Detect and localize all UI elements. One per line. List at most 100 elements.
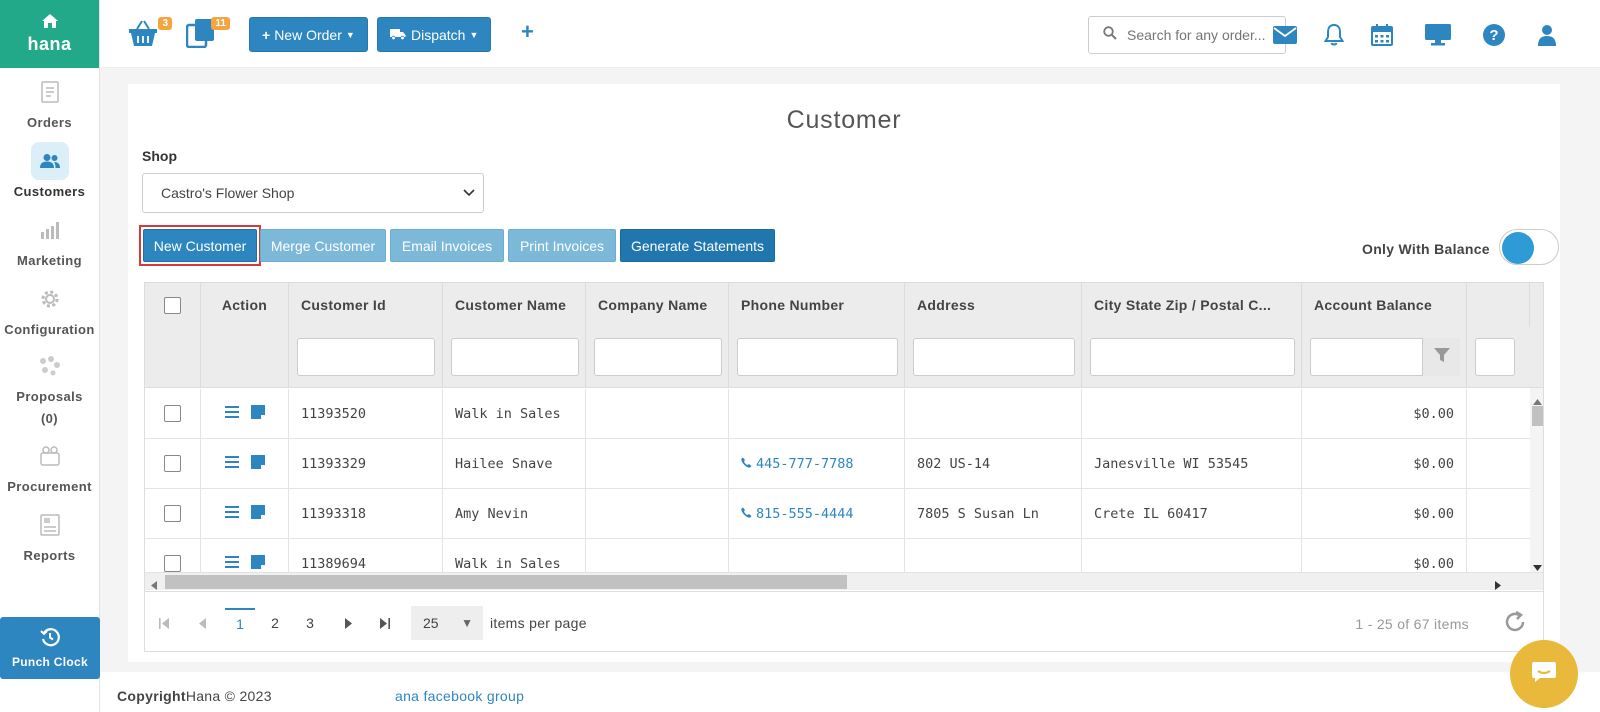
copies-button[interactable]: 11 bbox=[185, 17, 230, 52]
company-name-cell bbox=[586, 439, 729, 488]
address-filter[interactable] bbox=[913, 338, 1075, 376]
monitor-icon[interactable] bbox=[1423, 20, 1453, 50]
page-2[interactable]: 2 bbox=[260, 608, 290, 638]
calendar-icon[interactable] bbox=[1367, 20, 1397, 50]
chat-button[interactable] bbox=[1510, 640, 1578, 708]
note-icon[interactable] bbox=[250, 454, 265, 473]
header-phone-number[interactable]: Phone Number bbox=[729, 283, 905, 327]
refresh-icon[interactable] bbox=[1503, 610, 1527, 639]
header-select-all bbox=[145, 283, 201, 327]
sidebar-item-proposals[interactable]: Proposals (0) bbox=[0, 344, 99, 432]
add-button[interactable]: + bbox=[521, 19, 534, 45]
row-checkbox[interactable] bbox=[164, 555, 181, 572]
menu-icon[interactable] bbox=[224, 405, 239, 422]
filter-button[interactable] bbox=[1422, 338, 1460, 376]
page-3[interactable]: 3 bbox=[295, 608, 325, 638]
prev-page-icon[interactable] bbox=[187, 608, 217, 638]
bell-icon[interactable] bbox=[1319, 20, 1349, 50]
header-customer-id[interactable]: Customer Id bbox=[289, 283, 443, 327]
header-account-balance[interactable]: Account Balance bbox=[1302, 283, 1467, 327]
shop-select[interactable]: Castro's Flower Shop bbox=[142, 173, 484, 213]
header-address[interactable]: Address bbox=[905, 283, 1082, 327]
basket-badge: 3 bbox=[158, 17, 172, 30]
table-row[interactable]: 11393520 Walk in Sales $0.00 bbox=[145, 389, 1530, 439]
sidebar-item-procurement[interactable]: Procurement bbox=[0, 432, 99, 501]
plus-icon: + bbox=[262, 26, 271, 43]
row-checkbox[interactable] bbox=[164, 405, 181, 422]
sidebar-item-customers[interactable]: Customers bbox=[0, 137, 99, 206]
page-size-select[interactable]: 25 ▼ bbox=[411, 606, 483, 640]
phone-number[interactable]: 815-555-4444 bbox=[756, 506, 854, 522]
sidebar-item-orders[interactable]: Orders bbox=[0, 68, 99, 137]
phone-cell bbox=[729, 389, 905, 438]
menu-icon[interactable] bbox=[224, 505, 239, 522]
merge-customer-button[interactable]: Merge Customer bbox=[260, 229, 386, 262]
last-page-icon[interactable] bbox=[370, 608, 400, 638]
customer-name-filter[interactable] bbox=[451, 338, 579, 376]
filter-cell bbox=[1302, 327, 1467, 388]
table-row[interactable]: 11393329 Hailee Snave 445-777-7788 802 U… bbox=[145, 439, 1530, 489]
menu-icon[interactable] bbox=[224, 455, 239, 472]
gear-icon bbox=[31, 280, 69, 318]
note-icon[interactable] bbox=[250, 404, 265, 423]
filter-cell bbox=[729, 327, 905, 388]
customer-panel: Customer Shop Castro's Flower Shop New C… bbox=[128, 84, 1560, 662]
table-row[interactable]: 11393318 Amy Nevin 815-555-4444 7805 S S… bbox=[145, 489, 1530, 539]
help-icon[interactable]: ? bbox=[1479, 20, 1509, 50]
search-input[interactable] bbox=[1127, 27, 1277, 43]
row-actions bbox=[201, 489, 289, 538]
marketing-icon bbox=[31, 211, 69, 249]
mail-icon[interactable] bbox=[1270, 20, 1300, 50]
phone-cell[interactable]: 815-555-4444 bbox=[729, 489, 905, 538]
row-checkbox[interactable] bbox=[164, 455, 181, 472]
scroll-thumb[interactable] bbox=[165, 575, 847, 589]
new-order-button[interactable]: + New Order ▼ bbox=[249, 17, 368, 52]
punch-clock-button[interactable]: Punch Clock bbox=[0, 617, 100, 679]
note-icon[interactable] bbox=[250, 554, 265, 573]
header-company-name[interactable]: Company Name bbox=[586, 283, 729, 327]
user-icon[interactable] bbox=[1532, 20, 1562, 50]
dispatch-button[interactable]: Dispatch ▼ bbox=[377, 17, 492, 52]
grid-header: Action Customer Id Customer Name Company… bbox=[145, 283, 1543, 388]
email-invoices-button[interactable]: Email Invoices bbox=[390, 229, 504, 262]
header-city-state-zip[interactable]: City State Zip / Postal C... bbox=[1082, 283, 1302, 327]
next-page-icon[interactable] bbox=[333, 608, 363, 638]
header-customer-name[interactable]: Customer Name bbox=[443, 283, 586, 327]
basket-button[interactable]: 3 bbox=[128, 17, 172, 52]
logo[interactable]: hana bbox=[0, 0, 99, 68]
filter-cell bbox=[201, 327, 289, 388]
sidebar-item-reports[interactable]: Reports bbox=[0, 501, 99, 570]
page-1[interactable]: 1 bbox=[225, 608, 255, 638]
vertical-scrollbar[interactable] bbox=[1530, 388, 1543, 572]
company-name-cell bbox=[586, 489, 729, 538]
note-icon[interactable] bbox=[250, 504, 265, 523]
toggle-knob bbox=[1502, 232, 1534, 264]
facebook-group-link[interactable]: ana facebook group bbox=[395, 688, 524, 704]
city-state-zip-filter[interactable] bbox=[1090, 338, 1295, 376]
generate-statements-button[interactable]: Generate Statements bbox=[620, 229, 775, 262]
scroll-thumb[interactable] bbox=[1532, 406, 1543, 426]
phone-cell[interactable]: 445-777-7788 bbox=[729, 439, 905, 488]
chat-icon bbox=[1531, 661, 1557, 688]
search-box[interactable] bbox=[1088, 16, 1286, 54]
customer-id-filter[interactable] bbox=[297, 338, 435, 376]
new-customer-button[interactable]: New Customer bbox=[143, 229, 257, 262]
company-name-filter[interactable] bbox=[594, 338, 722, 376]
row-checkbox[interactable] bbox=[164, 505, 181, 522]
phone-number-filter[interactable] bbox=[737, 338, 898, 376]
sidebar: hana Orders Customers Marketing Configur… bbox=[0, 0, 100, 712]
print-invoices-button[interactable]: Print Invoices bbox=[508, 229, 616, 262]
sidebar-item-configuration[interactable]: Configuration bbox=[0, 275, 99, 344]
menu-icon[interactable] bbox=[224, 555, 239, 572]
horizontal-scrollbar[interactable] bbox=[145, 572, 1543, 590]
select-all-checkbox[interactable] bbox=[164, 296, 181, 314]
top-bar: 3 11 + New Order ▼ Dispatch ▼ + ? bbox=[100, 0, 1600, 68]
row-select bbox=[145, 489, 201, 538]
sidebar-item-marketing[interactable]: Marketing bbox=[0, 206, 99, 275]
only-with-balance-toggle[interactable] bbox=[1499, 229, 1559, 265]
first-page-icon[interactable] bbox=[149, 608, 179, 638]
extra-filter[interactable] bbox=[1475, 338, 1515, 376]
phone-number[interactable]: 445-777-7788 bbox=[756, 456, 854, 472]
customers-icon bbox=[30, 141, 69, 180]
dispatch-label: Dispatch bbox=[411, 26, 466, 43]
